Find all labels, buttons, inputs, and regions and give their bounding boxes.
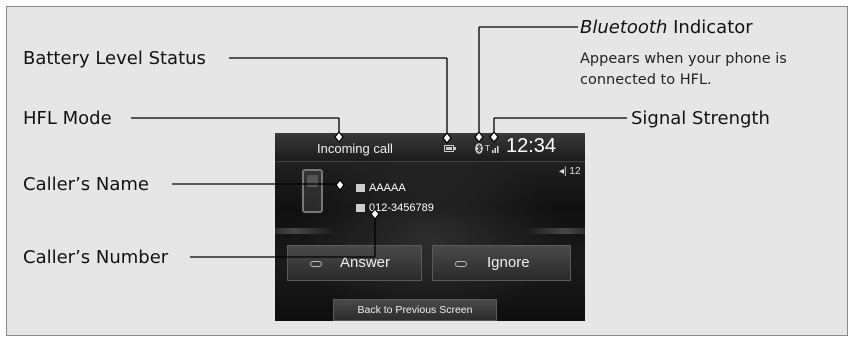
callers-name-marker (335, 179, 345, 191)
bluetooth-marker (474, 131, 484, 143)
hfl-mode-marker (334, 131, 344, 143)
callers-number-marker (370, 208, 380, 220)
signal-marker (489, 131, 499, 143)
battery-marker (442, 132, 452, 144)
leader-lines (131, 26, 627, 258)
